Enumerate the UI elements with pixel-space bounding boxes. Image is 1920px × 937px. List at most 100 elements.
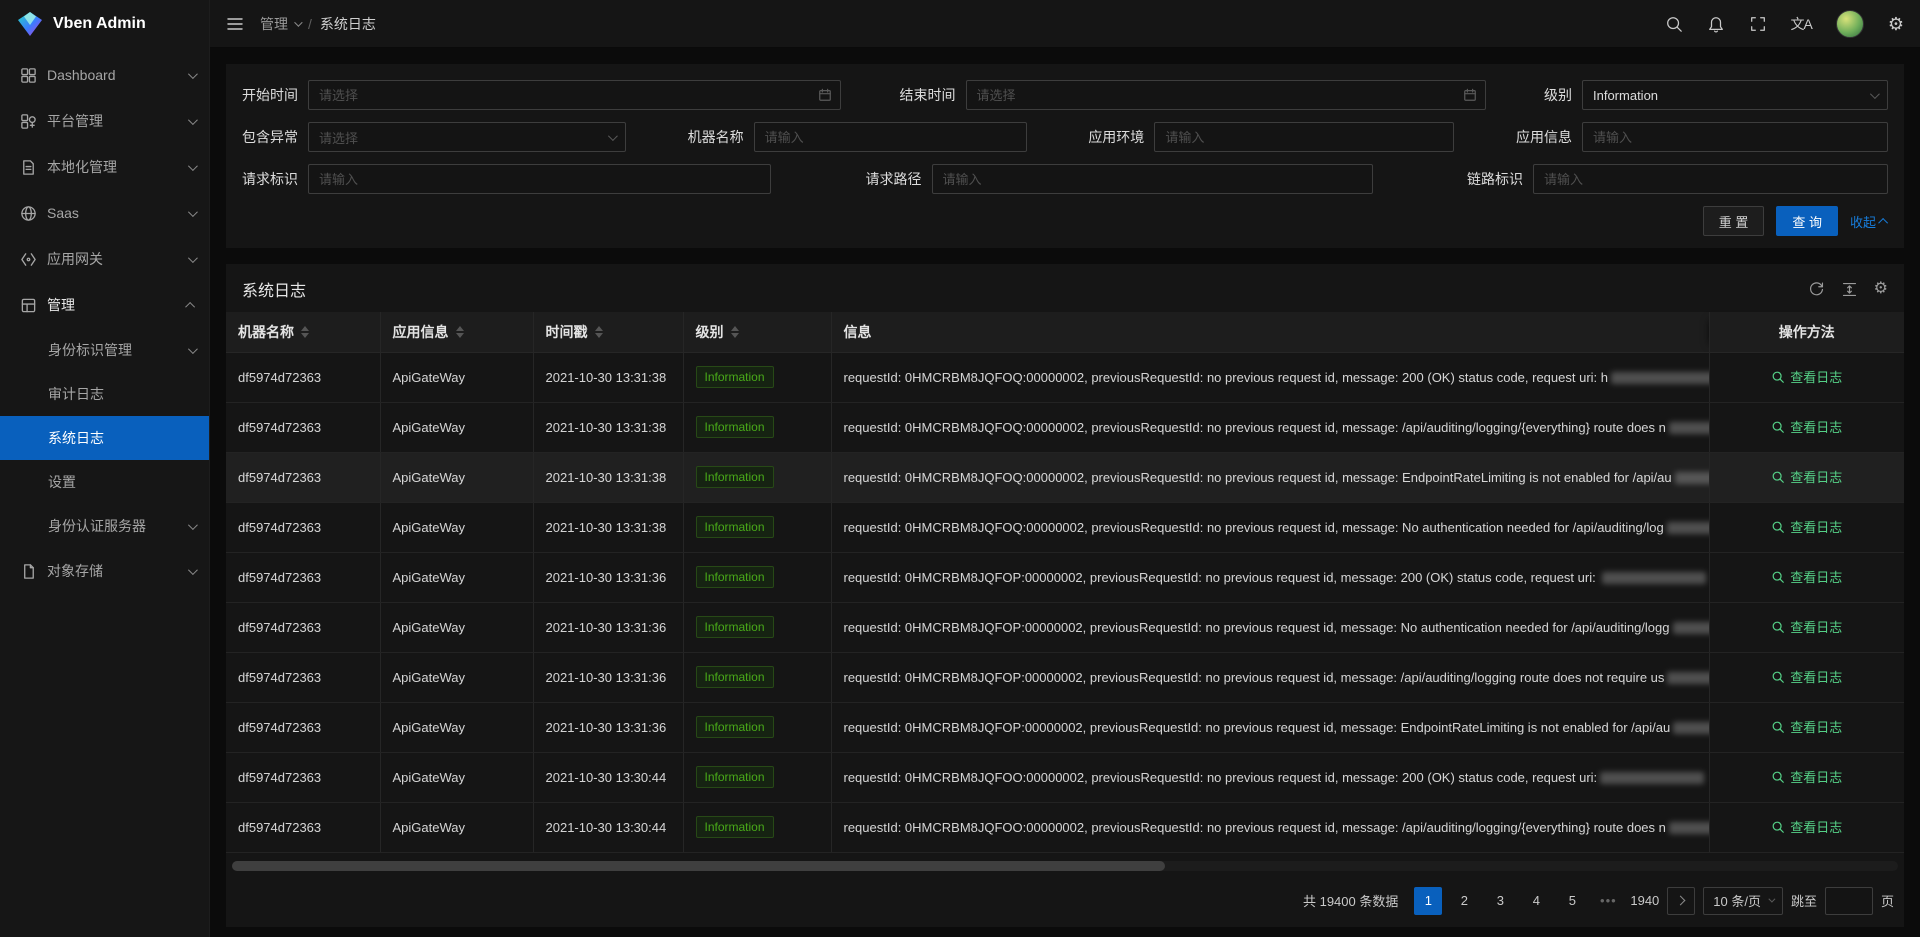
view-log-link[interactable]: 查看日志 [1771, 617, 1842, 636]
pagination-page[interactable]: 5 [1558, 887, 1586, 915]
request-id-input[interactable] [308, 164, 771, 194]
view-log-link[interactable]: 查看日志 [1771, 667, 1842, 686]
view-log-link[interactable]: 查看日志 [1771, 767, 1842, 786]
bell-icon[interactable] [1707, 15, 1725, 33]
jump-page-input[interactable] [1825, 887, 1873, 915]
app-env-input-box[interactable] [1154, 122, 1454, 152]
pagination-page[interactable]: 1940 [1630, 887, 1659, 915]
scrollbar-thumb[interactable] [232, 861, 1165, 871]
view-log-link[interactable]: 查看日志 [1771, 717, 1842, 736]
management-icon [20, 297, 37, 314]
level-select[interactable]: Information [1582, 80, 1888, 110]
machine-name-field: 机器名称 [688, 122, 1027, 152]
trace-id-input[interactable] [1533, 164, 1888, 194]
view-log-link[interactable]: 查看日志 [1771, 367, 1842, 386]
sidebar-item-audit-log[interactable]: 审计日志 [0, 372, 209, 416]
cell-app-info: ApiGateWay [380, 652, 533, 702]
view-log-link[interactable]: 查看日志 [1771, 517, 1842, 536]
request-path-label: 请求路径 [866, 169, 922, 189]
end-time-input[interactable] [966, 80, 1486, 110]
redacted-blur [1673, 622, 1710, 634]
view-log-link[interactable]: 查看日志 [1771, 467, 1842, 486]
column-height-icon[interactable] [1841, 281, 1858, 298]
redacted-blur [1611, 372, 1709, 384]
pagination-page[interactable]: 3 [1486, 887, 1514, 915]
table-header-bar: 系统日志 ⚙ [226, 264, 1904, 312]
avatar[interactable] [1836, 10, 1864, 38]
page-size-select[interactable]: 10 条/页 [1703, 887, 1783, 915]
column-header-machine[interactable]: 机器名称 [226, 312, 380, 352]
cell-message: requestId: 0HMCRBM8JQFOP:00000002, previ… [831, 652, 1709, 702]
sidebar-item-settings[interactable]: 设置 [0, 460, 209, 504]
pagination-page[interactable]: 1 [1414, 887, 1442, 915]
sidebar-item-label: 审计日志 [48, 384, 195, 404]
view-log-link[interactable]: 查看日志 [1771, 417, 1842, 436]
logo[interactable]: Vben Admin [0, 0, 209, 48]
sidebar-item-system-log[interactable]: 系统日志 [0, 416, 209, 460]
request-path-input-box[interactable] [932, 164, 1373, 194]
start-time-input-box[interactable] [308, 80, 841, 110]
horizontal-scrollbar[interactable] [232, 861, 1898, 871]
refresh-icon[interactable] [1808, 281, 1825, 298]
sidebar-item-localization[interactable]: 本地化管理 [0, 144, 209, 190]
sidebar-item-auth-server[interactable]: 身份认证服务器 [0, 504, 209, 548]
cell-app-info: ApiGateWay [380, 702, 533, 752]
chevron-down-icon [188, 207, 198, 217]
pagination-next-button[interactable] [1667, 887, 1695, 915]
settings-gear-icon[interactable]: ⚙ [1888, 15, 1904, 33]
sidebar-item-identity-management[interactable]: 身份标识管理 [0, 328, 209, 372]
pagination-page[interactable]: 2 [1450, 887, 1478, 915]
sort-icon[interactable] [301, 326, 309, 338]
level-badge: Information [696, 816, 774, 838]
trace-id-input-box[interactable] [1533, 164, 1888, 194]
column-header-timestamp[interactable]: 时间戳 [533, 312, 683, 352]
sidebar-item-platform[interactable]: 平台管理 [0, 98, 209, 144]
machine-name-input-box[interactable] [754, 122, 1027, 152]
fullscreen-icon[interactable] [1749, 15, 1767, 33]
cell-machine-name: df5974d72363 [226, 452, 380, 502]
magnifier-icon [1771, 370, 1785, 384]
cell-machine-name: df5974d72363 [226, 402, 380, 452]
translate-icon[interactable]: 文A [1791, 14, 1812, 34]
sidebar-item-label: 身份标识管理 [48, 340, 188, 360]
sidebar-item-dashboard[interactable]: Dashboard [0, 52, 209, 98]
view-log-link[interactable]: 查看日志 [1771, 567, 1842, 586]
app-env-input[interactable] [1154, 122, 1454, 152]
sidebar-item-object-storage[interactable]: 对象存储 [0, 548, 209, 594]
menu-fold-icon[interactable] [226, 15, 244, 33]
table-settings-gear-icon[interactable]: ⚙ [1874, 281, 1888, 297]
level-badge: Information [696, 666, 774, 688]
pagination-ellipsis[interactable]: ••• [1594, 887, 1622, 915]
request-path-input[interactable] [932, 164, 1373, 194]
collapse-link[interactable]: 收起 [1850, 212, 1888, 231]
level-label: 级别 [1544, 85, 1572, 105]
sort-icon[interactable] [595, 326, 603, 338]
app-info-input[interactable] [1582, 122, 1888, 152]
sidebar-item-management[interactable]: 管理 [0, 282, 209, 328]
sort-icon[interactable] [456, 326, 464, 338]
cell-app-info: ApiGateWay [380, 452, 533, 502]
column-header-app[interactable]: 应用信息 [380, 312, 533, 352]
pagination-page[interactable]: 4 [1522, 887, 1550, 915]
start-time-input[interactable] [308, 80, 841, 110]
machine-name-input[interactable] [754, 122, 1027, 152]
breadcrumb-management[interactable]: 管理 [260, 14, 300, 34]
sidebar-item-saas[interactable]: Saas [0, 190, 209, 236]
exception-select-placeholder: 请选择 [319, 128, 358, 147]
column-label: 信息 [844, 322, 872, 342]
sidebar-item-gateway[interactable]: 应用网关 [0, 236, 209, 282]
request-id-input-box[interactable] [308, 164, 771, 194]
app-info-input-box[interactable] [1582, 122, 1888, 152]
exception-select[interactable]: 请选择 [308, 122, 626, 152]
sort-icon[interactable] [731, 326, 739, 338]
cell-action: 查看日志 [1709, 652, 1904, 702]
end-time-input-box[interactable] [966, 80, 1486, 110]
search-icon[interactable] [1665, 15, 1683, 33]
column-header-level[interactable]: 级别 [683, 312, 831, 352]
request-id-label: 请求标识 [242, 169, 298, 189]
view-log-link[interactable]: 查看日志 [1771, 817, 1842, 836]
reset-button[interactable]: 重 置 [1703, 206, 1765, 236]
query-button[interactable]: 查 询 [1776, 206, 1838, 236]
cell-level: Information [683, 352, 831, 402]
cell-machine-name: df5974d72363 [226, 352, 380, 402]
